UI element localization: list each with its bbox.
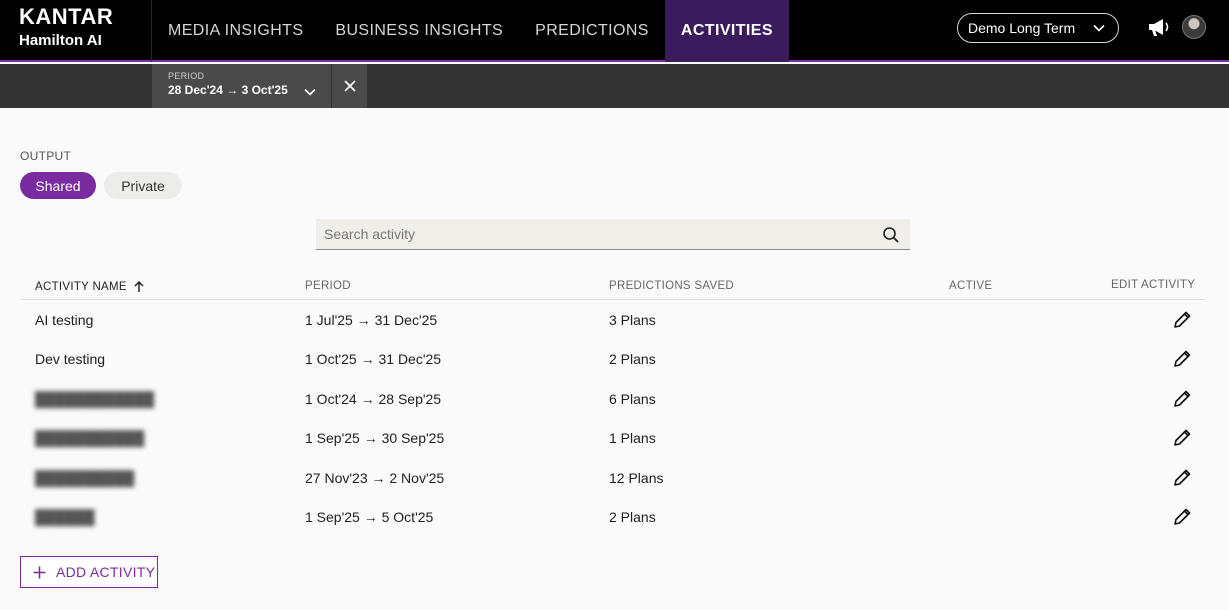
main-nav: MEDIA INSIGHTS BUSINESS INSIGHTS PREDICT… — [152, 0, 789, 62]
plus-icon — [33, 566, 46, 578]
account-label: Demo Long Term — [968, 20, 1076, 36]
account-selector[interactable]: Demo Long Term — [957, 13, 1119, 43]
activity-period: 1 Sep'25 → 5 Oct'25 — [305, 509, 434, 525]
table-row[interactable]: Dev testing 1 Oct'25 → 31 Dec'25 2 Plans — [20, 339, 1206, 378]
sort-ascending-icon — [134, 280, 144, 292]
activity-predictions: 2 Plans — [609, 351, 656, 367]
megaphone-icon[interactable] — [1146, 16, 1172, 38]
column-header-activity-name[interactable]: ACTIVITY NAME — [35, 280, 145, 293]
edit-pencil-icon[interactable] — [1171, 348, 1193, 370]
period-filter-label: PERIOD — [168, 71, 205, 81]
edit-pencil-icon[interactable] — [1171, 467, 1193, 489]
brand-product: Hamilton AI — [19, 32, 102, 49]
table-row[interactable]: AI testing 1 Jul'25 → 31 Dec'25 3 Plans — [20, 300, 1206, 339]
table-row[interactable]: ███████████ 1 Sep'25 → 30 Sep'25 1 Plans — [20, 418, 1206, 457]
chevron-down-icon — [1093, 24, 1105, 32]
activity-period: 1 Oct'24 → 28 Sep'25 — [305, 391, 442, 407]
activity-name-redacted: ████████████ — [35, 391, 155, 407]
edit-pencil-icon[interactable] — [1171, 388, 1193, 410]
user-avatar[interactable] — [1182, 15, 1206, 39]
top-navigation-bar: KANTAR Hamilton AI MEDIA INSIGHTS BUSINE… — [0, 0, 1229, 62]
close-icon — [343, 80, 356, 92]
nav-media-insights[interactable]: MEDIA INSIGHTS — [152, 0, 319, 62]
activity-period: 27 Nov'23 → 2 Nov'25 — [305, 470, 445, 486]
table-row[interactable]: ██████ 1 Sep'25 → 5 Oct'25 2 Plans — [20, 497, 1206, 536]
column-header-label: ACTIVITY NAME — [35, 280, 127, 293]
table-row[interactable]: ██████████ 27 Nov'23 → 2 Nov'25 12 Plans — [20, 458, 1206, 497]
activity-name-redacted: ███████████ — [35, 430, 145, 446]
activity-name-redacted: ██████████ — [35, 470, 135, 486]
search-bar — [316, 219, 910, 250]
edit-pencil-icon[interactable] — [1171, 427, 1193, 449]
nav-activities[interactable]: ACTIVITIES — [664, 0, 789, 62]
column-header-predictions-saved[interactable]: PREDICTIONS SAVED — [609, 280, 734, 292]
period-filter-dropdown[interactable]: PERIOD 28 Dec'24 → 3 Oct'25 — [152, 64, 331, 108]
chevron-down-icon — [304, 88, 316, 96]
edit-pencil-icon[interactable] — [1171, 506, 1193, 528]
output-shared-toggle[interactable]: Shared — [20, 172, 96, 199]
brand-logo[interactable]: KANTAR Hamilton AI — [0, 0, 152, 62]
activity-predictions: 3 Plans — [609, 312, 656, 328]
output-private-toggle[interactable]: Private — [104, 172, 182, 199]
activity-name: Dev testing — [35, 351, 106, 367]
column-header-period[interactable]: PERIOD — [305, 280, 351, 292]
activity-name-redacted: ██████ — [35, 509, 95, 525]
add-activity-label: ADD ACTIVITY — [56, 564, 156, 580]
output-label: OUTPUT — [20, 149, 72, 163]
column-header-edit-activity: EDIT ACTIVITY — [1111, 279, 1196, 291]
search-input[interactable] — [316, 219, 910, 249]
brand-name: KANTAR — [19, 4, 114, 29]
column-header-active[interactable]: ACTIVE — [949, 280, 992, 292]
table-row[interactable]: ████████████ 1 Oct'24 → 28 Sep'25 6 Plan… — [20, 379, 1206, 418]
activity-predictions: 1 Plans — [609, 430, 656, 446]
clear-filter-button[interactable] — [332, 64, 367, 108]
activity-name: AI testing — [35, 312, 94, 328]
activity-period: 1 Oct'25 → 31 Dec'25 — [305, 351, 442, 367]
filter-bar: PERIOD 28 Dec'24 → 3 Oct'25 — [0, 64, 1229, 108]
activity-predictions: 2 Plans — [609, 509, 656, 525]
activity-period: 1 Jul'25 → 31 Dec'25 — [305, 312, 438, 328]
search-icon[interactable] — [882, 226, 900, 244]
activity-period: 1 Sep'25 → 30 Sep'25 — [305, 430, 445, 446]
nav-predictions[interactable]: PREDICTIONS — [519, 0, 665, 62]
add-activity-button[interactable]: ADD ACTIVITY — [20, 556, 158, 588]
nav-business-insights[interactable]: BUSINESS INSIGHTS — [319, 0, 519, 62]
activity-predictions: 6 Plans — [609, 391, 656, 407]
activity-predictions: 12 Plans — [609, 470, 664, 486]
edit-pencil-icon[interactable] — [1171, 309, 1193, 331]
